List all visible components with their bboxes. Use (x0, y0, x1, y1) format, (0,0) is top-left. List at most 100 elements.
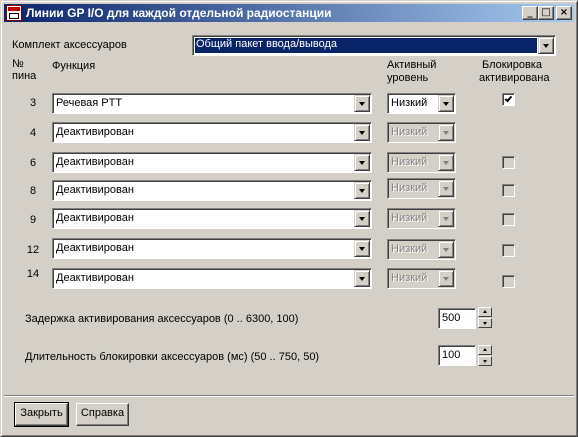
chevron-down-icon (443, 131, 449, 135)
active-level-header-line2: уровень (387, 72, 429, 84)
title-bar[interactable]: Линии GP I/O для каждой отдельной радиос… (4, 4, 574, 22)
minimize-button[interactable]: _ (522, 6, 538, 20)
kit-select-value: Общий пакет ввода/вывода (195, 38, 537, 53)
level-select-value: Низкий (391, 182, 428, 194)
chevron-down-icon (359, 247, 365, 251)
lock-duration-spin-up[interactable] (478, 345, 492, 355)
chevron-down-icon (443, 277, 449, 281)
delay-input[interactable]: 500 (438, 308, 476, 329)
lock-duration-input[interactable]: 100 (438, 345, 476, 366)
function-select-value: Деактивирован (56, 272, 134, 284)
close-button[interactable]: Закрыть (14, 402, 69, 427)
lock-duration-spin-down[interactable] (478, 356, 492, 366)
level-select-arrow (438, 124, 454, 141)
function-select[interactable]: Деактивирован (52, 180, 372, 201)
pin-number: 12 (26, 244, 40, 256)
level-select: Низкий (387, 239, 456, 260)
chevron-down-icon (359, 131, 365, 135)
window-title: Линии GP I/O для каждой отдельной радиос… (26, 6, 332, 20)
function-select-arrow[interactable] (354, 124, 370, 141)
function-select-arrow[interactable] (354, 154, 370, 171)
level-select-value: Низкий (391, 97, 428, 109)
pin-header-line2: пина (12, 70, 37, 82)
active-level-header: Активный (387, 59, 437, 71)
function-select-value: Деактивирован (56, 242, 134, 254)
chevron-down-icon (443, 187, 449, 191)
level-select-arrow (438, 241, 454, 258)
lock-header: Блокировка (482, 59, 542, 71)
delay-spin-down[interactable] (478, 318, 492, 328)
help-button[interactable]: Справка (76, 403, 129, 426)
function-select[interactable]: Деактивирован (52, 122, 372, 143)
function-select[interactable]: Деактивирован (52, 238, 372, 259)
function-select-value: Деактивирован (56, 212, 134, 224)
function-select[interactable]: Деактивирован (52, 152, 372, 173)
chevron-down-icon (443, 248, 449, 252)
lock-checkbox (502, 184, 515, 197)
chevron-down-icon (543, 44, 549, 48)
chevron-down-icon (359, 217, 365, 221)
function-select-value: Деактивирован (56, 184, 134, 196)
level-select-arrow (438, 270, 454, 287)
arrow-up-icon (483, 310, 487, 313)
chevron-down-icon (359, 189, 365, 193)
lock-checkbox (502, 275, 515, 288)
chevron-down-icon (443, 102, 449, 106)
lock-header-line2: активирована (479, 72, 550, 84)
function-select[interactable]: Деактивирован (52, 268, 372, 289)
function-select-value: Речевая PTT (56, 97, 123, 109)
function-select-arrow[interactable] (354, 95, 370, 112)
level-select-value: Низкий (391, 126, 428, 138)
level-select-value: Низкий (391, 243, 428, 255)
arrow-up-icon (483, 348, 487, 351)
close-window-button[interactable]: × (556, 6, 572, 20)
level-select: Низкий (387, 122, 456, 143)
level-select-arrow[interactable] (438, 95, 454, 112)
chevron-down-icon (359, 161, 365, 165)
delay-spin-up[interactable] (478, 307, 492, 317)
pin-number: 9 (29, 214, 37, 226)
lock-checkbox (502, 213, 515, 226)
pin-number: 3 (29, 97, 37, 109)
level-select: Низкий (387, 268, 456, 289)
function-select[interactable]: Деактивирован (52, 208, 372, 229)
app-icon[interactable] (6, 5, 22, 21)
function-select[interactable]: Речевая PTT (52, 93, 372, 114)
pin-number: 4 (29, 127, 37, 139)
level-select: Низкий (387, 152, 456, 173)
kit-select-arrow[interactable] (538, 37, 554, 54)
function-select-arrow[interactable] (354, 182, 370, 199)
level-select[interactable]: Низкий (387, 93, 456, 114)
arrow-down-icon (483, 360, 487, 363)
pin-number: 6 (29, 157, 37, 169)
function-select-arrow[interactable] (354, 270, 370, 287)
pin-number: 14 (26, 268, 40, 280)
arrow-down-icon (483, 322, 487, 325)
dialog-window: Линии GP I/O для каждой отдельной радиос… (0, 0, 578, 437)
function-select-arrow[interactable] (354, 210, 370, 227)
function-header: Функция (52, 60, 96, 72)
level-select: Низкий (387, 178, 456, 199)
function-select-value: Деактивирован (56, 126, 134, 138)
kit-label: Комплект аксессуаров (12, 39, 127, 51)
chevron-down-icon (359, 277, 365, 281)
level-select-value: Низкий (391, 212, 428, 224)
checkmark-icon (504, 94, 513, 103)
maximize-button[interactable]: □ (538, 6, 554, 20)
lock-checkbox[interactable] (502, 93, 515, 106)
chevron-down-icon (443, 217, 449, 221)
delay-label: Задержка активирования аксессуаров (0 ..… (25, 313, 299, 325)
level-select: Низкий (387, 208, 456, 229)
level-select-value: Низкий (391, 156, 428, 168)
function-select-arrow[interactable] (354, 240, 370, 257)
pin-number: 8 (29, 185, 37, 197)
lock-checkbox (502, 244, 515, 257)
chevron-down-icon (359, 102, 365, 106)
level-select-value: Низкий (391, 272, 428, 284)
function-select-value: Деактивирован (56, 156, 134, 168)
kit-select[interactable]: Общий пакет ввода/вывода (192, 35, 556, 56)
divider (4, 395, 574, 397)
level-select-arrow (438, 154, 454, 171)
chevron-down-icon (443, 161, 449, 165)
lock-checkbox (502, 156, 515, 169)
